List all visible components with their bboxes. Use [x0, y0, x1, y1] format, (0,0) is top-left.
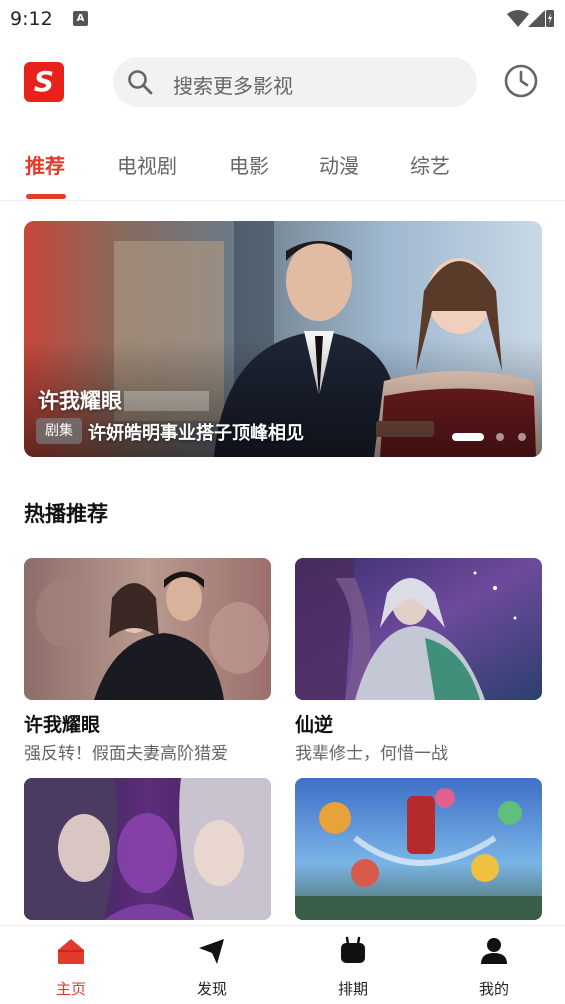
app-logo[interactable]: S	[24, 62, 64, 102]
card-title: 仙逆	[295, 714, 334, 736]
bottom-navigation: 主页 发现 排期 我的	[0, 925, 565, 1004]
card-image	[295, 778, 542, 920]
home-icon	[58, 939, 84, 964]
search-placeholder: 搜索更多影视	[173, 74, 293, 98]
video-card[interactable]: 许我耀眼 强反转！假面夫妻高阶猎爱	[24, 558, 271, 764]
status-bar: 9:12 A	[0, 0, 565, 40]
banner-tag: 剧集	[36, 418, 82, 444]
video-card[interactable]	[295, 778, 542, 920]
card-thumbnail[interactable]	[295, 778, 542, 920]
search-icon	[128, 70, 153, 95]
nav-profile-label: 我的	[478, 980, 509, 998]
tab-indicator	[26, 194, 66, 199]
nav-discover[interactable]: 发现	[172, 926, 252, 1004]
nav-schedule-label: 排期	[337, 980, 368, 998]
carousel-dot[interactable]	[496, 433, 504, 441]
discover-icon	[199, 939, 224, 964]
nav-schedule[interactable]: 排期	[313, 926, 393, 1004]
tab-anime[interactable]: 动漫	[319, 150, 359, 179]
carousel-dot[interactable]	[518, 433, 526, 441]
section-title: 热播推荐	[24, 502, 108, 526]
video-card[interactable]: 仙逆 我辈修士，何惜一战	[295, 558, 542, 764]
tab-tv-series[interactable]: 电视剧	[117, 150, 177, 179]
card-thumbnail[interactable]	[24, 558, 271, 700]
tab-variety[interactable]: 综艺	[410, 150, 450, 179]
card-image	[24, 778, 271, 920]
schedule-icon	[341, 936, 365, 963]
nav-home[interactable]: 主页	[31, 926, 111, 1004]
card-description: 我辈修士，何惜一战	[295, 744, 448, 764]
nav-discover-label: 发现	[196, 980, 227, 998]
card-image	[295, 558, 542, 700]
history-icon[interactable]	[503, 63, 539, 99]
divider	[0, 200, 565, 201]
card-thumbnail[interactable]	[295, 558, 542, 700]
notification-icon: A	[73, 11, 88, 26]
nav-profile[interactable]: 我的	[454, 926, 534, 1004]
nav-home-label: 主页	[55, 980, 86, 998]
profile-icon	[481, 938, 507, 964]
card-title: 许我耀眼	[24, 714, 101, 736]
card-image	[24, 558, 271, 700]
search-bar[interactable]: 搜索更多影视	[113, 57, 477, 107]
status-time: 9:12	[10, 8, 53, 30]
banner-subtitle: 许妍皓明事业搭子顶峰相见	[88, 423, 304, 444]
tab-movies[interactable]: 电影	[229, 150, 269, 179]
card-description: 强反转！假面夫妻高阶猎爱	[24, 744, 228, 764]
card-thumbnail[interactable]	[24, 778, 271, 920]
banner-title: 许我耀眼	[38, 389, 122, 413]
status-icons	[507, 10, 554, 27]
category-tabs: 推荐 电视剧 电影 动漫 综艺	[0, 140, 565, 200]
video-card[interactable]	[24, 778, 271, 920]
carousel-dot-active[interactable]	[452, 433, 484, 441]
tab-recommend[interactable]: 推荐	[25, 150, 65, 179]
featured-banner[interactable]: 许我耀眼 剧集 许妍皓明事业搭子顶峰相见	[24, 221, 542, 457]
